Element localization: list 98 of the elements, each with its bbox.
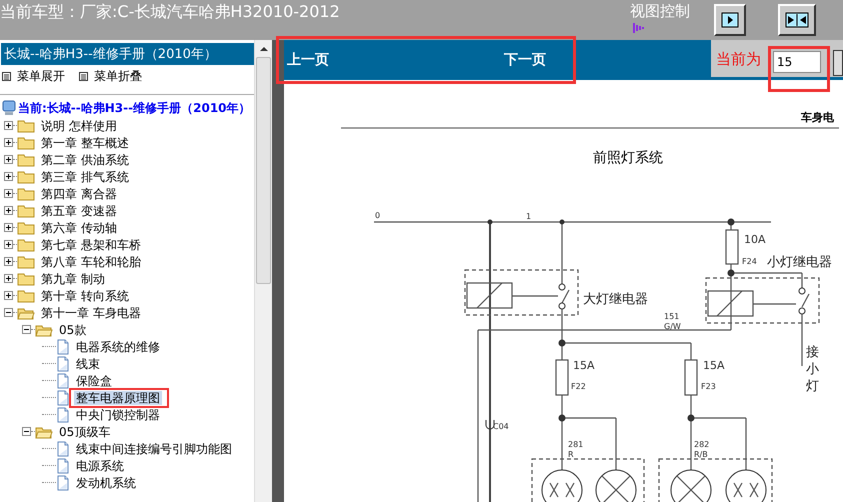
next-page-link[interactable]: 下一页 [504,51,546,69]
plus-box-icon[interactable] [4,223,13,232]
folder-icon [17,186,35,200]
diagram-label: R [568,450,574,459]
folder-icon [17,238,35,252]
diagram-label: F22 [571,382,586,391]
diagram-label: F24 [742,257,757,266]
tree-item[interactable]: 保险盒 [74,374,114,388]
open-folder-icon [17,306,35,320]
tree-item[interactable]: 第十一章 车身电器 [39,306,143,320]
plus-box-icon[interactable] [4,172,13,181]
folder-icon [17,254,35,268]
go-button[interactable] [833,50,843,76]
plus-box-icon[interactable] [4,121,13,130]
document-icon [56,356,70,372]
document-icon [56,474,70,490]
car-model-title: 当前车型：厂家:C-长城汽车哈弗H32010-2012 [0,1,341,23]
document-icon [56,406,70,422]
minus-box-icon[interactable] [22,325,31,334]
diagram-label: 15A [703,359,725,372]
highlight-frame [768,46,830,92]
diagram-label: 大灯继电器 [583,292,648,307]
tree-item[interactable]: 第六章 传动轴 [39,220,119,234]
diagram-label: F23 [701,382,716,391]
folder-icon [17,220,35,234]
collapse-all-link[interactable]: 菜单折叠 [94,68,142,85]
diagram-label: 小灯继电器 [767,255,832,270]
tree-item[interactable]: 电源系统 [74,458,126,472]
folder-icon [17,118,35,132]
folder-icon [17,204,35,218]
minus-box-icon[interactable] [4,308,13,317]
diagram-label: 281 [568,440,584,449]
folder-icon [17,272,35,286]
diagram-label: G/W [664,322,681,331]
plus-box-icon[interactable] [4,155,13,164]
tree-item[interactable]: 第九章 制动 [39,272,107,286]
view-control-label: 视图控制 [630,2,691,21]
tree-item[interactable]: 第三章 排气系统 [39,170,131,184]
diagram-label: 0 [375,211,380,220]
plus-box-icon[interactable] [4,206,13,215]
scroll-thumb[interactable] [256,57,272,284]
tree-item[interactable]: 中央门锁控制器 [74,408,162,422]
scrollbar[interactable] [254,40,272,502]
arrow-right-icon [721,12,739,28]
tree-item[interactable]: 05顶级车 [57,424,112,438]
current-manual-label: 当前:长城--哈弗H3--维修手册（2010年） [18,100,251,116]
tree-item[interactable]: 第四章 离合器 [39,186,119,200]
tree-item[interactable]: 第一章 整车概述 [39,136,131,150]
single-page-button[interactable] [714,4,746,36]
diagram-label: 15A [573,359,595,372]
minus-box-icon[interactable] [22,427,31,436]
previous-page-link[interactable]: 上一页 [287,51,329,69]
list-icon [79,72,88,81]
document-icon [56,372,70,388]
open-folder-icon [35,322,53,336]
plus-box-icon[interactable] [4,291,13,300]
tree-item[interactable]: 线束 [74,356,102,370]
folder-icon [17,136,35,150]
tree-item[interactable]: 发动机系统 [74,476,138,490]
open-folder-icon [35,424,53,438]
document-icon [56,390,70,406]
double-page-button[interactable] [778,4,816,36]
diagram-label: 151 [664,312,680,321]
diagram-label: 282 [694,440,710,449]
page-number-field[interactable]: 15 [773,51,821,73]
tree-item[interactable]: 线束中间连接编号引脚功能图 [74,442,234,456]
plus-box-icon[interactable] [4,257,13,266]
document-icon [56,338,70,354]
diagram-label: 接小灯 [806,345,819,394]
tree-item[interactable]: 电器系统的维修 [74,340,162,354]
computer-icon [2,100,16,116]
diagram-label: R/B [694,450,708,459]
tree-item[interactable]: 第十章 转向系统 [39,288,131,302]
signal-icon [633,23,647,33]
plus-box-icon[interactable] [4,240,13,249]
document-icon [56,458,70,474]
section-header: 车身电 [801,111,834,124]
plus-box-icon[interactable] [4,274,13,283]
expand-all-link[interactable]: 菜单展开 [17,68,65,85]
diagram-title: 前照灯系统 [593,150,663,166]
current-page-label: 当前为 [716,50,761,69]
tree-item[interactable]: 整车电器原理图 [74,390,162,404]
document-icon [56,440,70,456]
folder-icon [17,288,35,302]
plus-box-icon[interactable] [4,138,13,147]
tree-item[interactable]: 05款 [57,322,88,336]
folder-icon [17,170,35,184]
tree-item[interactable]: 第七章 悬架和车桥 [39,238,143,252]
tree-item[interactable]: 第八章 车轮和轮胎 [39,254,143,268]
tree-item[interactable]: 第五章 变速器 [39,204,119,218]
tree-item[interactable]: 第二章 供油系统 [39,152,131,166]
plus-box-icon[interactable] [4,189,13,198]
arrows-inward-icon [785,12,809,28]
diagram-label: 1 [526,212,532,221]
manual-title[interactable]: 长城--哈弗H3--维修手册（2010年） [1,43,254,65]
tree-item[interactable]: 说明 怎样使用 [39,118,119,132]
folder-icon [17,152,35,166]
diagram-label: 10A [744,233,766,246]
